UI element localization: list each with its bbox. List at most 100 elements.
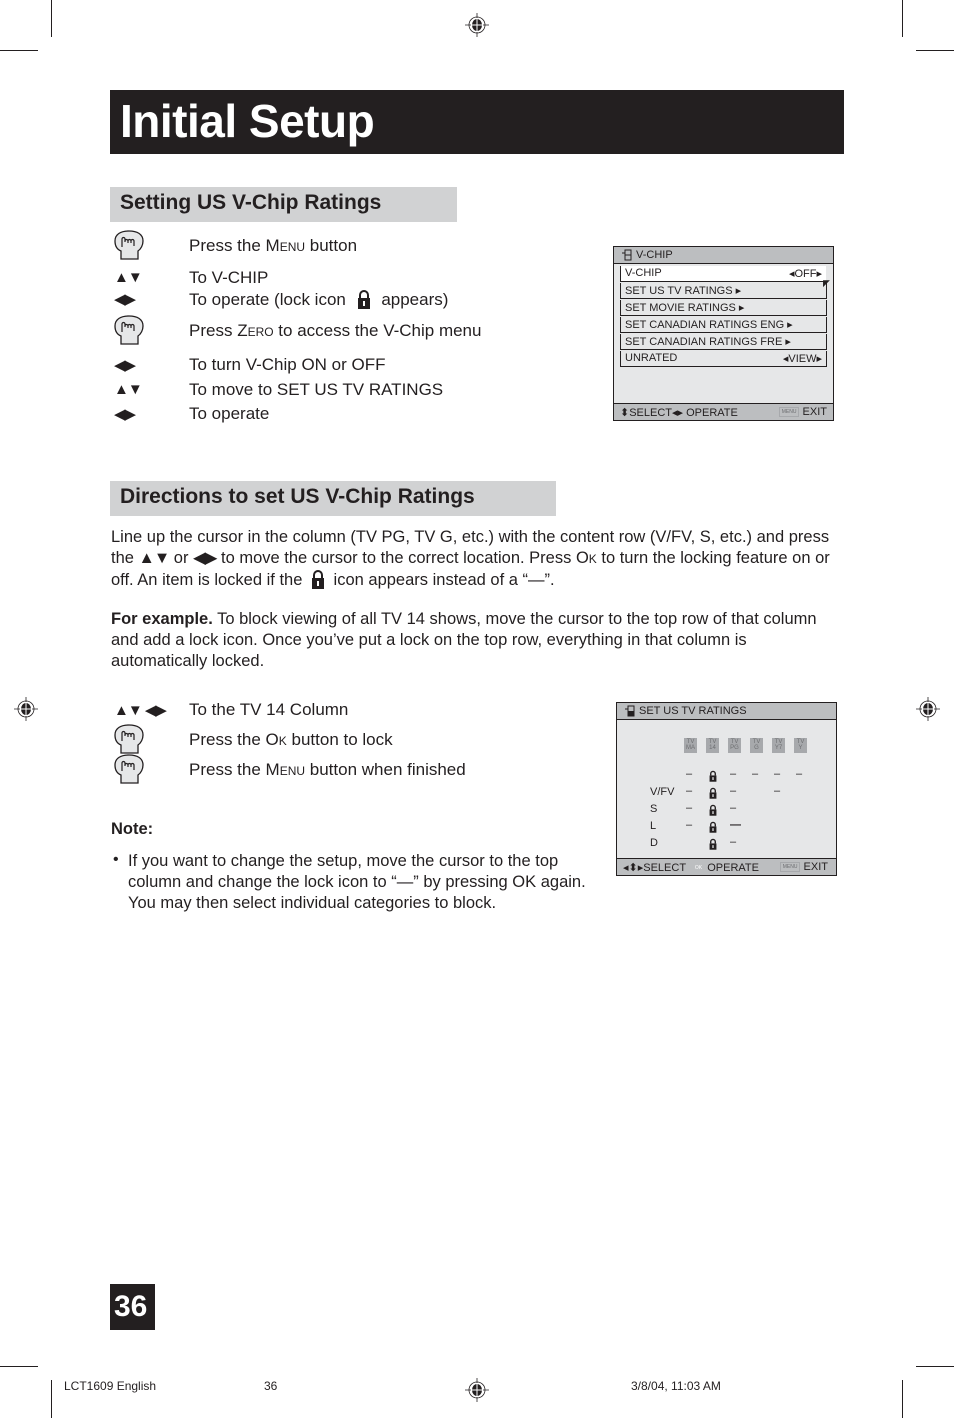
vchip-menu-screen: V-CHIP V-CHIP ◂OFF▸ SET US TV RATINGS ▸ SET…	[613, 246, 834, 421]
crop-mark	[916, 1366, 954, 1367]
step-text: To operate	[189, 404, 270, 423]
ok-button-icon: OK	[692, 864, 705, 872]
rating-column-tvma[interactable]: TV MA	[684, 738, 697, 753]
menu-item-label: UNRATED	[625, 352, 678, 364]
slug-datetime: 3/8/04, 11:03 AM	[631, 1379, 721, 1393]
up-down-arrows-icon: ▲▼	[138, 549, 171, 567]
exit-label: EXIT	[802, 406, 827, 418]
hand-press-icon	[112, 229, 146, 261]
menu-item-label: SET MOVIE RATINGS ▸	[625, 302, 745, 314]
lock-icon[interactable]	[709, 821, 717, 833]
menu-item-label: SET US TV RATINGS ▸	[625, 285, 742, 297]
lock-icon[interactable]	[709, 838, 717, 850]
cursor-icon: ◤	[823, 278, 830, 288]
footer-exit: MENU EXIT	[778, 406, 827, 418]
vchip-menu-footer: ⬍SELECT◂▸ OPERATE MENU EXIT	[614, 403, 833, 420]
up-down-arrows-icon: ▲▼	[114, 381, 143, 398]
rating-cell-unlocked[interactable]: –	[730, 768, 736, 780]
left-right-arrows-icon: ◀▶	[193, 549, 217, 567]
menu-item-label: SET CANADIAN RATINGS FRE ▸	[625, 336, 791, 348]
menu-button-icon: MENU	[779, 862, 801, 872]
ratings-menu-footer: ◂⬍▸SELECT OK OPERATE MENU EXIT	[617, 858, 836, 875]
note-bullet: •	[113, 851, 119, 868]
rating-row-label: L	[650, 820, 657, 832]
example-paragraph: For example. To block viewing of all TV …	[111, 610, 817, 670]
step-text: To V-CHIP	[189, 268, 269, 287]
lock-icon	[311, 570, 324, 589]
registration-mark-icon	[916, 697, 940, 721]
left-right-arrows-icon: ◀▶	[114, 291, 136, 308]
step-text: To move to SET US TV RATINGS	[189, 380, 444, 399]
rating-cell-unlocked[interactable]: –	[730, 836, 736, 848]
vchip-menu-item[interactable]: SET US TV RATINGS ▸	[620, 283, 827, 299]
lock-icon[interactable]	[709, 787, 717, 799]
step-text: To the TV 14 Column	[189, 700, 349, 719]
vchip-icon	[622, 249, 632, 261]
registration-mark-icon	[14, 697, 38, 721]
rating-cell-unlocked[interactable]: –	[774, 768, 780, 780]
left-right-arrows-icon: ◀▶	[114, 406, 136, 423]
lock-icon[interactable]	[709, 804, 717, 816]
rating-cell-unlocked[interactable]: –	[686, 785, 692, 797]
crop-mark	[51, 0, 52, 37]
rating-cell-unlocked[interactable]: –	[686, 802, 692, 814]
up-down-arrows-icon: ▲▼	[114, 269, 143, 286]
page-title-bar: Initial Setup	[110, 90, 844, 154]
crop-mark	[0, 50, 38, 51]
rating-cell-unlocked[interactable]: –	[752, 768, 758, 780]
vchip-menu-item[interactable]: UNRATED ◂VIEW▸	[620, 351, 827, 367]
footer-select-operate: ⬍SELECT◂▸ OPERATE	[620, 407, 738, 419]
hand-press-icon	[112, 314, 146, 346]
rating-column-tv14[interactable]: TV 14	[706, 738, 719, 753]
rating-cell-unlocked[interactable]: –	[796, 768, 802, 780]
step-text: Press Zero to access the V-Chip menu	[189, 321, 482, 340]
rating-cell-unlocked[interactable]: –	[730, 802, 736, 814]
rating-row-label: D	[650, 837, 658, 849]
page-number-box: 36	[110, 1284, 155, 1330]
ratings-menu-title: SET US TV RATINGS	[639, 705, 747, 717]
lock-icon[interactable]	[709, 770, 717, 782]
vchip-menu-item[interactable]: SET CANADIAN RATINGS ENG ▸	[620, 317, 827, 333]
step-text: To turn V-Chip ON or OFF	[189, 355, 386, 374]
lock-icon	[357, 289, 371, 314]
vchip-menu-item[interactable]: SET MOVIE RATINGS ▸	[620, 300, 827, 316]
menu-button-icon: MENU	[778, 407, 800, 417]
rating-column-tvy[interactable]: TV Y	[794, 738, 807, 753]
rating-cell-unlocked[interactable]: –	[686, 768, 692, 780]
rating-cell-unlocked[interactable]: –	[730, 785, 736, 797]
step-text: Press the Menu button when finished	[189, 760, 466, 779]
section-heading-text: Directions to set US V-Chip Ratings	[120, 485, 475, 508]
rating-column-tvpg[interactable]: TV PG	[728, 738, 741, 753]
crop-mark	[916, 50, 954, 51]
rating-cell-unlocked[interactable]: –	[774, 785, 780, 797]
menu-item-value: ◂VIEW▸	[782, 353, 822, 365]
page-number: 36	[114, 1290, 148, 1323]
step-text: Press the Menu button	[189, 236, 358, 255]
footer-exit: MENU EXIT	[779, 861, 828, 873]
rating-cell-unlocked[interactable]: —	[730, 819, 741, 831]
rating-cell-unlocked[interactable]: –	[686, 819, 692, 831]
directions-paragraph: Line up the cursor in the column (TV PG,…	[111, 528, 830, 589]
section-heading-directions: Directions to set US V-Chip Ratings	[110, 481, 556, 516]
rating-row-label: V/FV	[650, 786, 675, 798]
exit-label: EXIT	[803, 861, 828, 873]
vchip-menu-titlebar: V-CHIP	[614, 247, 833, 264]
slug-file: LCT1609 English	[64, 1379, 157, 1393]
rating-column-tvy7[interactable]: TV Y7	[772, 738, 785, 753]
hand-press-icon	[112, 753, 146, 785]
arrows-all-icon: ▲▼ ◀▶	[114, 702, 167, 719]
vchip-menu-item[interactable]: SET CANADIAN RATINGS FRE ▸	[620, 334, 827, 350]
registration-mark-icon	[465, 13, 489, 37]
vchip-icon	[625, 705, 635, 717]
rating-column-tvg[interactable]: TV G	[750, 738, 763, 753]
page-title: Initial Setup	[120, 95, 375, 147]
note-heading: Note:	[111, 820, 154, 838]
rating-row-label: S	[650, 803, 658, 815]
vchip-menu-item[interactable]: V-CHIP ◂OFF▸	[620, 266, 826, 282]
menu-item-label: SET CANADIAN RATINGS ENG ▸	[625, 319, 793, 331]
footer-select-operate: ◂⬍▸SELECT OK OPERATE	[623, 862, 759, 874]
menu-item-value: ◂OFF▸	[788, 268, 822, 280]
ratings-menu-screen: SET US TV RATINGS TV MA TV 14 TV PG TV G TV Y7 TV Y…	[616, 702, 837, 876]
section-heading-text: Setting US V-Chip Ratings	[120, 191, 382, 214]
left-right-arrows-icon: ◀▶	[114, 357, 136, 374]
